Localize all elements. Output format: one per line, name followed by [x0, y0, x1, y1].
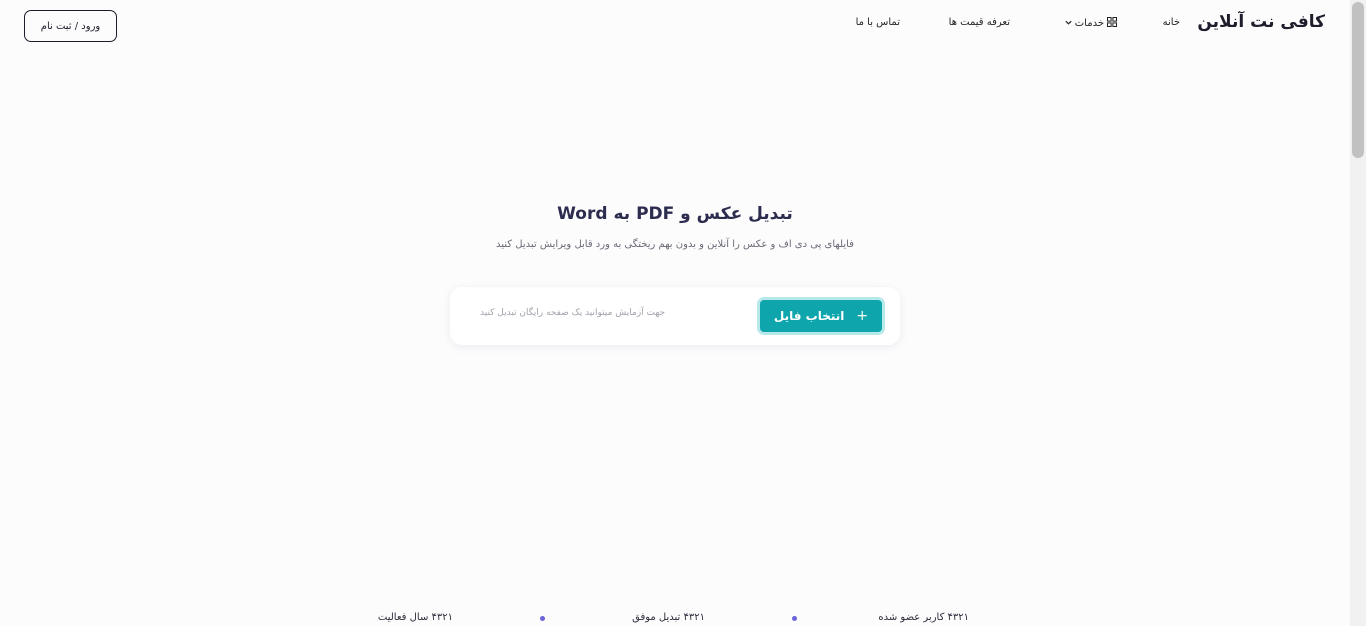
nav-pricing[interactable]: تعرفه قیمت ها: [949, 17, 1010, 28]
stat-conversions: ۴۳۲۱ تبدیل موفق: [632, 612, 705, 623]
upload-hint: جهت آزمایش میتوانید یک صفحه رایگان تبدیل…: [480, 308, 666, 318]
nav-home[interactable]: خانه: [1163, 17, 1180, 28]
stat-years: ۴۳۲۱ سال فعالیت: [377, 612, 453, 623]
page-title: تبدیل عکس و PDF به Word: [557, 204, 793, 224]
site-header: کافی نت آنلاین خانه خدمات تعرفه قیمت ها …: [0, 0, 1350, 52]
page-scrollbar[interactable]: [1350, 0, 1366, 626]
page: کافی نت آنلاین خانه خدمات تعرفه قیمت ها …: [0, 0, 1366, 626]
choose-file-label: انتخاب فایل: [773, 309, 845, 323]
chevron-down-icon: [1065, 20, 1072, 25]
grid-icon: [1107, 17, 1117, 27]
nav-services[interactable]: خدمات: [1064, 17, 1117, 29]
choose-file-button[interactable]: + انتخاب فایل: [757, 297, 885, 335]
nav-contact[interactable]: تماس با ما: [856, 17, 900, 28]
login-register-button[interactable]: ورود / ثبت نام: [24, 10, 117, 42]
plus-icon: +: [856, 308, 869, 324]
scrollbar-thumb[interactable]: [1352, 2, 1364, 158]
stat-separator-dot: [540, 616, 545, 621]
upload-card: + انتخاب فایل جهت آزمایش میتوانید یک صفح…: [450, 287, 900, 345]
nav-services-label: خدمات: [1074, 18, 1104, 29]
stat-separator-dot: [792, 616, 797, 621]
stat-members: ۴۳۲۱ کاربر عضو شده: [878, 612, 969, 623]
page-subtitle: فایلهای پی دی اف و عکس را آنلاین و بدون …: [496, 239, 854, 250]
brand-logo[interactable]: کافی نت آنلاین: [1197, 12, 1325, 32]
